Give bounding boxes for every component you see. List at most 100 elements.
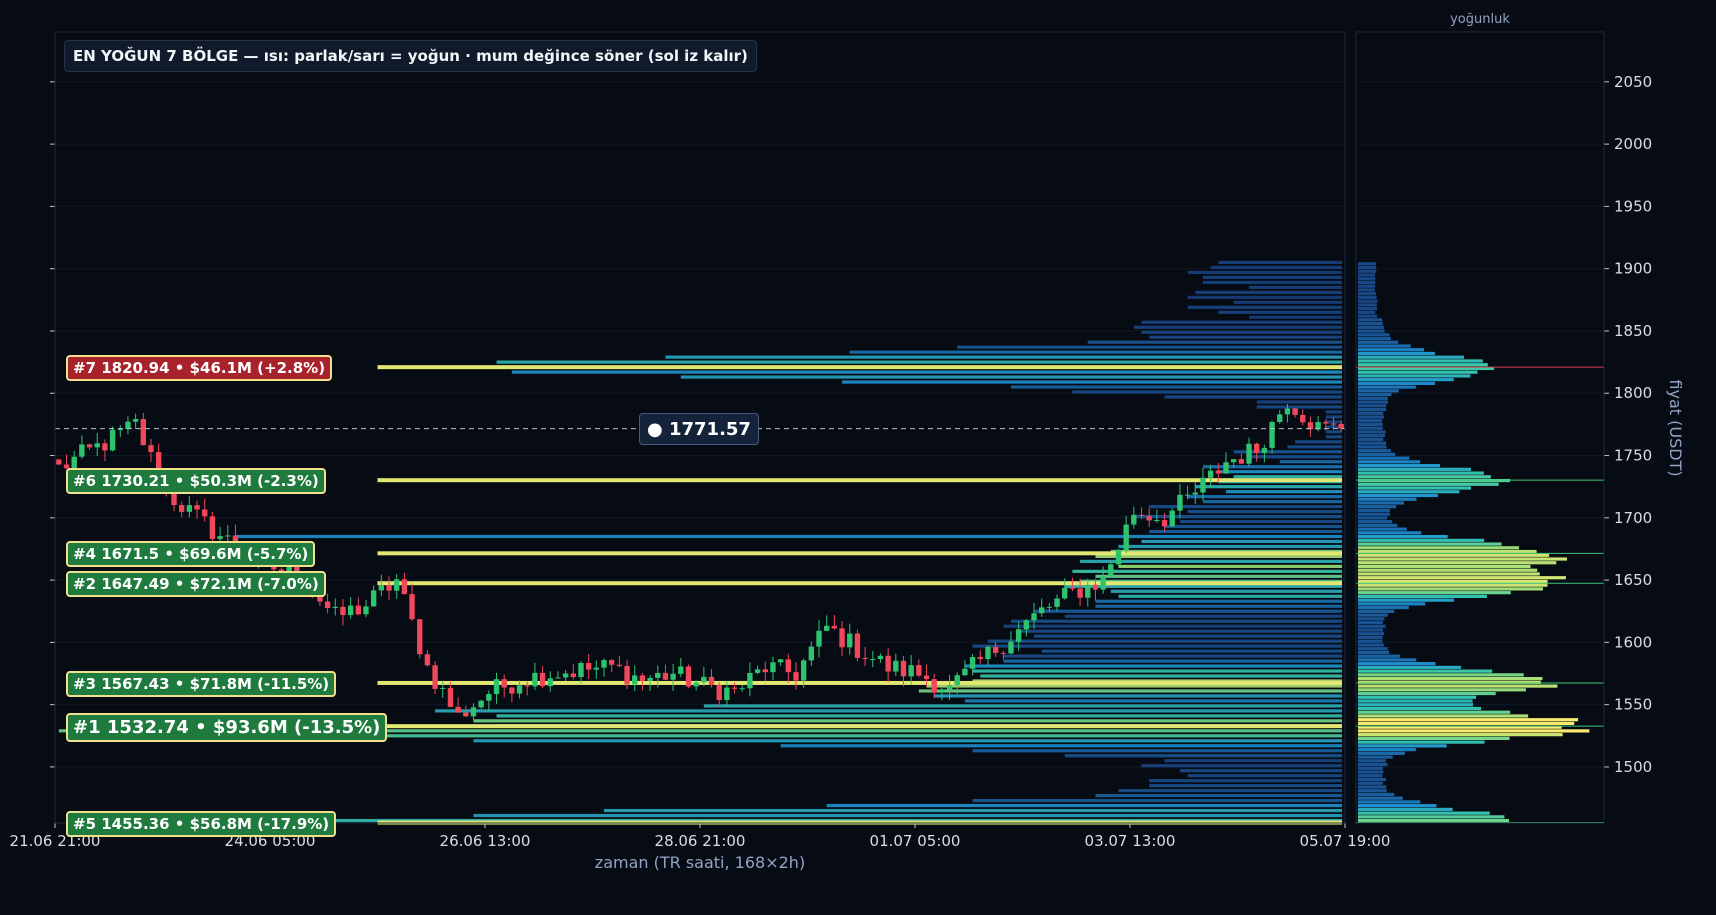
candle-body: [900, 660, 907, 677]
candle-body: [977, 657, 983, 660]
profile-bar: [1358, 527, 1407, 531]
candle-body: [378, 585, 385, 591]
candle-body: [593, 667, 600, 670]
profile-bar: [1358, 564, 1531, 569]
candle-body: [716, 685, 722, 700]
heat-band: [1325, 430, 1342, 434]
heat-band: [1010, 385, 1342, 389]
profile-bar: [1358, 748, 1416, 752]
profile-bar: [1358, 280, 1376, 285]
profile-bar: [1358, 579, 1548, 584]
profile-bar: [1358, 643, 1384, 647]
candle-body: [432, 665, 438, 689]
profile-bar: [1358, 677, 1543, 681]
candle-body: [816, 630, 822, 647]
profile-bar: [1358, 363, 1488, 367]
profile-bar: [1358, 523, 1398, 527]
profile-bar: [1358, 385, 1416, 389]
candle-body: [1169, 510, 1175, 527]
candle-body: [79, 444, 85, 457]
chart: 1500 1550 1600 1650 1700 1750 1800 1850 1900 1950…: [10, 12, 1685, 872]
profile-bar: [1358, 288, 1375, 292]
heat-band: [1164, 524, 1342, 529]
candle-body: [862, 657, 868, 660]
candle-body: [117, 429, 123, 431]
heat-band: [1164, 395, 1342, 399]
heat-band: [1187, 305, 1342, 309]
y-tick-label: 1900: [1614, 260, 1652, 278]
heat-band: [235, 534, 1343, 539]
candle-body: [962, 668, 968, 676]
profile-bar: [1358, 658, 1417, 662]
candle-body: [386, 585, 392, 591]
candle-body: [847, 633, 853, 648]
candle-body: [194, 505, 200, 510]
profile-bar: [1358, 602, 1426, 606]
zone-label-5: #5 1455.36 • $56.8M (-17.9%): [66, 810, 337, 837]
profile-bar: [1358, 336, 1391, 341]
candle-body: [1008, 641, 1014, 654]
profile-bar: [1358, 370, 1478, 374]
heat-band: [1295, 440, 1342, 444]
x-tick-label: 05.07 19:00: [1300, 832, 1391, 850]
heat-band: [1287, 445, 1342, 449]
candle-body: [539, 672, 546, 687]
candle-body: [985, 646, 991, 660]
y-tick-label: 1800: [1614, 384, 1652, 402]
profile-bar: [1358, 493, 1438, 498]
profile-bar: [1358, 292, 1376, 296]
profile-bar: [1358, 359, 1483, 363]
heat-band: [1325, 435, 1342, 439]
profile-bar: [1358, 744, 1447, 748]
dense-level-band: [377, 680, 1342, 685]
current-price-badge: ● 1771.57: [639, 413, 759, 445]
dense-level-band: [377, 478, 1342, 483]
candle-body: [1238, 459, 1245, 464]
heat-band: [1187, 270, 1342, 275]
candle-body: [885, 655, 891, 672]
profile-bar: [1358, 262, 1376, 266]
candle-body: [754, 669, 761, 673]
candle-body: [1184, 494, 1191, 496]
profile-bar: [1358, 703, 1474, 707]
profile-bar: [1358, 706, 1482, 711]
candle-body: [854, 633, 861, 658]
candle-body: [516, 685, 523, 694]
candle-body: [363, 606, 369, 615]
profile-bar: [1358, 695, 1477, 699]
profile-bar: [1358, 762, 1388, 767]
candle-body: [1215, 470, 1221, 474]
profile-bar: [1358, 512, 1390, 516]
candle-body: [1046, 606, 1053, 608]
candle-body: [401, 579, 408, 595]
candle-body: [1284, 408, 1291, 415]
profile-bar: [1358, 684, 1558, 688]
profile-bar: [1358, 516, 1388, 520]
dense-level-band: [377, 581, 1342, 586]
candle-body: [125, 421, 131, 430]
heat-band: [604, 808, 1342, 813]
profile-bar: [1358, 669, 1493, 673]
profile-bar: [1358, 407, 1387, 412]
heat-band: [1249, 285, 1342, 289]
profile-bar: [1358, 662, 1436, 666]
profile-bar: [1358, 467, 1471, 471]
candle-body: [1108, 564, 1114, 577]
profile-bar: [1358, 426, 1383, 430]
profile-bar: [1358, 789, 1387, 793]
candle-body: [609, 660, 615, 665]
candle-body: [370, 590, 377, 607]
heat-band: [934, 694, 1342, 698]
candle-body: [1146, 515, 1152, 521]
heat-band: [1149, 529, 1342, 534]
profile-bar: [1358, 561, 1557, 565]
heat-band: [1064, 614, 1342, 618]
candle-body: [616, 664, 623, 666]
profile-bar: [1358, 434, 1385, 438]
y-tick-label: 1950: [1614, 197, 1652, 215]
profile-bar: [1358, 680, 1541, 684]
heat-band: [1149, 779, 1342, 783]
heat-band: [496, 360, 1343, 364]
heat-band: [1164, 759, 1342, 763]
candle-body: [946, 685, 953, 690]
